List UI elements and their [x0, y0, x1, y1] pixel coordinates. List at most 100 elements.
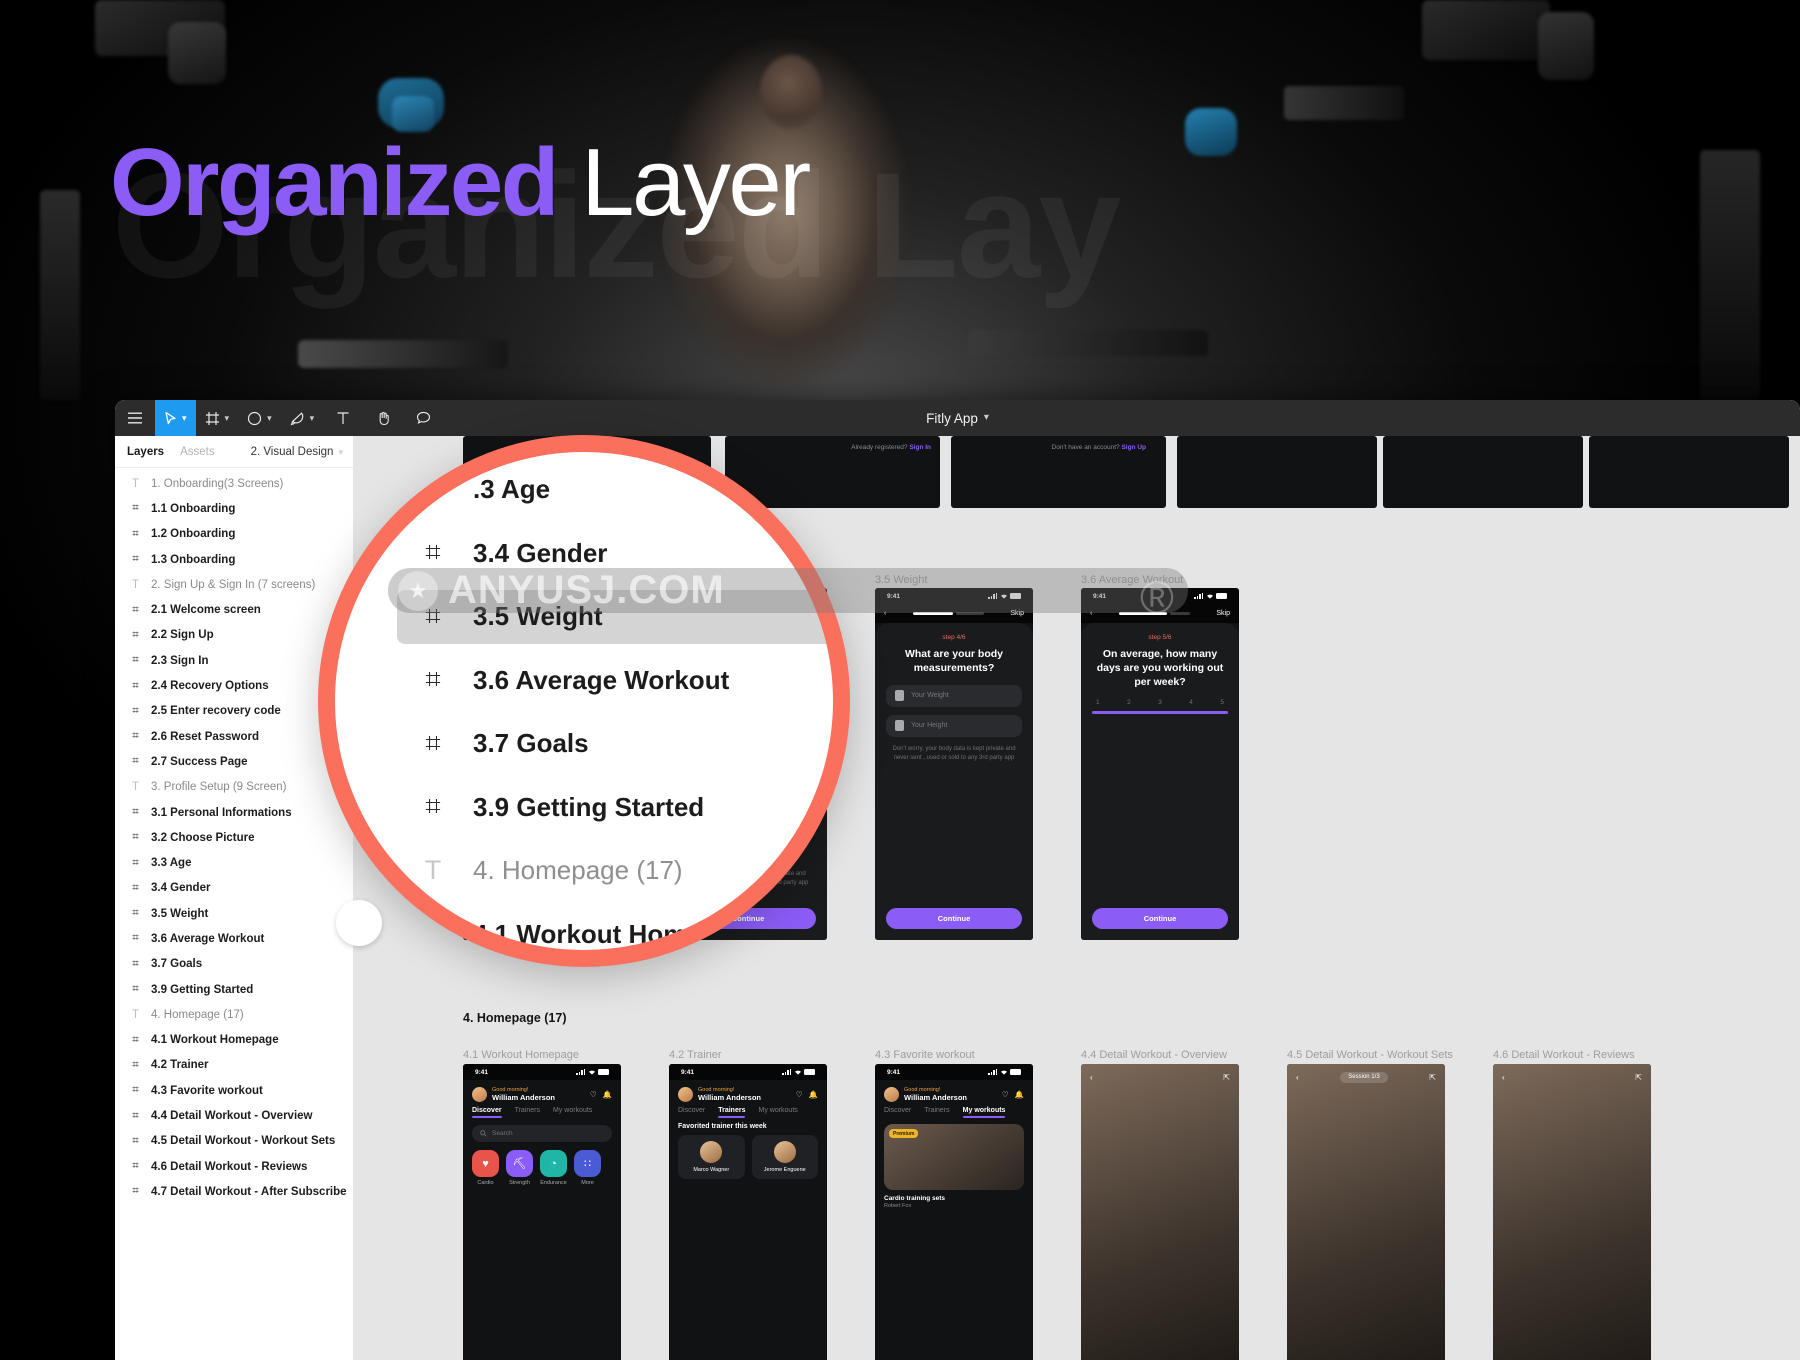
skip-button[interactable]: Skip [1010, 610, 1024, 617]
layer-row[interactable]: T 2. Sign Up & Sign In (7 screens) [115, 572, 353, 597]
magnified-layer-list[interactable]: ⌗.3 Age⌗3.4 Gender⌗3.5 Weight⌗3.6 Averag… [335, 452, 833, 950]
heart-icon[interactable]: ♡ [796, 1090, 803, 1099]
hand-tool-button[interactable] [363, 400, 403, 436]
workout-days-slider[interactable] [1092, 710, 1228, 714]
comment-tool-button[interactable] [403, 400, 443, 436]
layer-row[interactable]: ⌗ 4.4 Detail Workout - Overview [115, 1103, 353, 1128]
skip-button[interactable]: Skip [1216, 610, 1230, 617]
bell-icon[interactable]: 🔔 [1015, 1090, 1024, 1099]
tab-layers[interactable]: Layers [127, 446, 164, 458]
layer-row[interactable]: ⌗ 3.1 Personal Informations [115, 800, 353, 825]
continue-button[interactable]: Continue [886, 908, 1022, 929]
layer-row[interactable]: ⌗ 2.7 Success Page [115, 749, 353, 774]
heart-icon[interactable]: ♡ [590, 1090, 597, 1099]
frame-4-3-favorite-workout[interactable]: 9:41 Good morning! William Anderson ♡ 🔔 … [875, 1064, 1033, 1360]
share-icon[interactable]: ⇱ [1635, 1073, 1642, 1082]
frame-thumb-cutoff[interactable] [1177, 436, 1377, 508]
share-icon[interactable]: ⇱ [1223, 1073, 1230, 1082]
workout-days-scale[interactable]: 1 2 3 4 5 [1092, 699, 1228, 706]
signin-link[interactable]: Sign In [909, 444, 931, 451]
layer-row[interactable]: ⌗ 3.7 Goals [115, 952, 353, 977]
tab-trainers[interactable]: Trainers [515, 1107, 540, 1114]
layer-row[interactable]: ⌗ 1.3 Onboarding [115, 547, 353, 572]
layer-row[interactable]: ⌗ 3.2 Choose Picture [115, 825, 353, 850]
layer-row[interactable]: ⌗ 3.6 Average Workout [115, 926, 353, 951]
magnified-layer-row[interactable]: ⌗ 3.7 Goals [335, 712, 833, 776]
hamburger-menu-icon[interactable] [115, 400, 155, 436]
avatar[interactable] [678, 1087, 693, 1102]
frame-3-6-average-workout[interactable]: 9:41 ‹ Skip step 5/6 On average, how man… [1081, 588, 1239, 940]
scale-number[interactable]: 5 [1220, 699, 1224, 706]
magnified-layer-row[interactable]: T 4. Homepage (17) [335, 839, 833, 903]
layer-row[interactable]: ⌗ 4.2 Trainer [115, 1053, 353, 1078]
list-item[interactable]: Marco Wagner [678, 1135, 745, 1179]
magnified-layer-row[interactable]: ⌗ 3.6 Average Workout [335, 649, 833, 713]
frame-4-4-detail-overview[interactable]: ‹ ⇱ [1081, 1064, 1239, 1360]
tab-discover[interactable]: Discover [472, 1107, 502, 1118]
tab-my-workouts[interactable]: My workouts [962, 1107, 1005, 1118]
magnified-layer-row[interactable]: ⌗ 3.4 Gender [335, 522, 833, 586]
layer-row[interactable]: T 3. Profile Setup (9 Screen) [115, 775, 353, 800]
layer-row[interactable]: ⌗ 4.3 Favorite workout [115, 1078, 353, 1103]
layer-row[interactable]: ⌗ 1.1 Onboarding [115, 496, 353, 521]
category-item[interactable]: ⛏ Strength [506, 1150, 533, 1186]
text-tool-button[interactable] [323, 400, 363, 436]
pen-tool-button[interactable]: ▾ [281, 400, 324, 436]
list-item[interactable]: Jerome Enguene [751, 1135, 818, 1179]
home-tabs[interactable]: Discover Trainers My workouts [875, 1107, 1033, 1118]
frame-4-6-detail-reviews[interactable]: ‹ ⇱ [1493, 1064, 1651, 1360]
home-tabs[interactable]: Discover Trainers My workouts [669, 1107, 827, 1118]
layer-row[interactable]: ⌗ 2.6 Reset Password [115, 724, 353, 749]
move-tool-button[interactable]: ▾ [155, 400, 196, 436]
magnified-layer-row[interactable]: ⌗ 3.9 Getting Started [335, 776, 833, 840]
category-list[interactable]: ♥ Cardio ⛏ Strength ◔ Endurance ∷ More [463, 1150, 621, 1186]
tab-my-workouts[interactable]: My workouts [553, 1107, 592, 1114]
layer-row[interactable]: ⌗ 3.4 Gender [115, 876, 353, 901]
layer-row[interactable]: ⌗ 1.2 Onboarding [115, 522, 353, 547]
layer-row[interactable]: T 4. Homepage (17) [115, 1002, 353, 1027]
tab-assets[interactable]: Assets [180, 446, 215, 458]
shape-tool-button[interactable]: ▾ [238, 400, 281, 436]
frame-thumb-cutoff[interactable]: Don't have an account? Sign Up [951, 436, 1166, 508]
layer-row[interactable]: ⌗ 4.1 Workout Homepage [115, 1028, 353, 1053]
category-item[interactable]: ∷ More [574, 1150, 601, 1186]
layer-row[interactable]: ⌗ 4.7 Detail Workout - After Subscribe [115, 1179, 353, 1204]
frame-3-5-weight[interactable]: 9:41 ‹ Skip step 4/6 What are your body … [875, 588, 1033, 940]
frame-4-2-trainer[interactable]: 9:41 Good morning! William Anderson ♡ 🔔 … [669, 1064, 827, 1360]
magnified-layer-row[interactable]: ⌗.3 Age [335, 458, 833, 522]
home-tabs[interactable]: Discover Trainers My workouts [463, 1107, 621, 1118]
magnified-layer-row[interactable]: ⌗ 3.5 Weight [335, 585, 833, 649]
layer-row[interactable]: ⌗ 2.1 Welcome screen [115, 597, 353, 622]
weight-input[interactable]: Your Weight [886, 684, 1022, 707]
tab-trainers[interactable]: Trainers [718, 1107, 746, 1118]
frame-thumb-cutoff[interactable] [1589, 436, 1789, 508]
layer-row[interactable]: ⌗ 2.2 Sign Up [115, 623, 353, 648]
back-icon[interactable]: ‹ [1090, 1073, 1093, 1082]
category-item[interactable]: ♥ Cardio [472, 1150, 499, 1186]
height-input[interactable]: Your Height [886, 714, 1022, 737]
back-icon[interactable]: ‹ [1296, 1073, 1299, 1082]
layer-list[interactable]: T 1. Onboarding(3 Screens) ⌗ 1.1 Onboarding… [115, 468, 353, 1360]
scale-number[interactable]: 4 [1189, 699, 1193, 706]
scale-number[interactable]: 1 [1096, 699, 1100, 706]
frame-4-5-detail-workout-sets[interactable]: ‹ Session 1/3 ⇱ [1287, 1064, 1445, 1360]
layer-row[interactable]: ⌗ 4.5 Detail Workout - Workout Sets [115, 1129, 353, 1154]
scale-number[interactable]: 3 [1158, 699, 1162, 706]
share-icon[interactable]: ⇱ [1429, 1073, 1436, 1082]
search-input[interactable]: Search [472, 1125, 612, 1142]
layer-row[interactable]: T 1. Onboarding(3 Screens) [115, 471, 353, 496]
avatar[interactable] [884, 1087, 899, 1102]
tab-my-workouts[interactable]: My workouts [758, 1107, 797, 1114]
back-icon[interactable]: ‹ [884, 610, 886, 617]
layer-row[interactable]: ⌗ 4.6 Detail Workout - Reviews [115, 1154, 353, 1179]
tab-discover[interactable]: Discover [884, 1107, 911, 1114]
layer-row[interactable]: ⌗ 3.3 Age [115, 850, 353, 875]
magnifier-handle[interactable] [336, 900, 382, 946]
page-selector[interactable]: 2. Visual Design ▾ [251, 436, 343, 468]
workout-card-image[interactable]: Premium [884, 1124, 1024, 1190]
heart-icon[interactable]: ♡ [1002, 1090, 1009, 1099]
avatar[interactable] [472, 1087, 487, 1102]
layer-row[interactable]: ⌗ 2.3 Sign In [115, 648, 353, 673]
back-icon[interactable]: ‹ [1502, 1073, 1505, 1082]
layer-row[interactable]: ⌗ 3.9 Getting Started [115, 977, 353, 1002]
